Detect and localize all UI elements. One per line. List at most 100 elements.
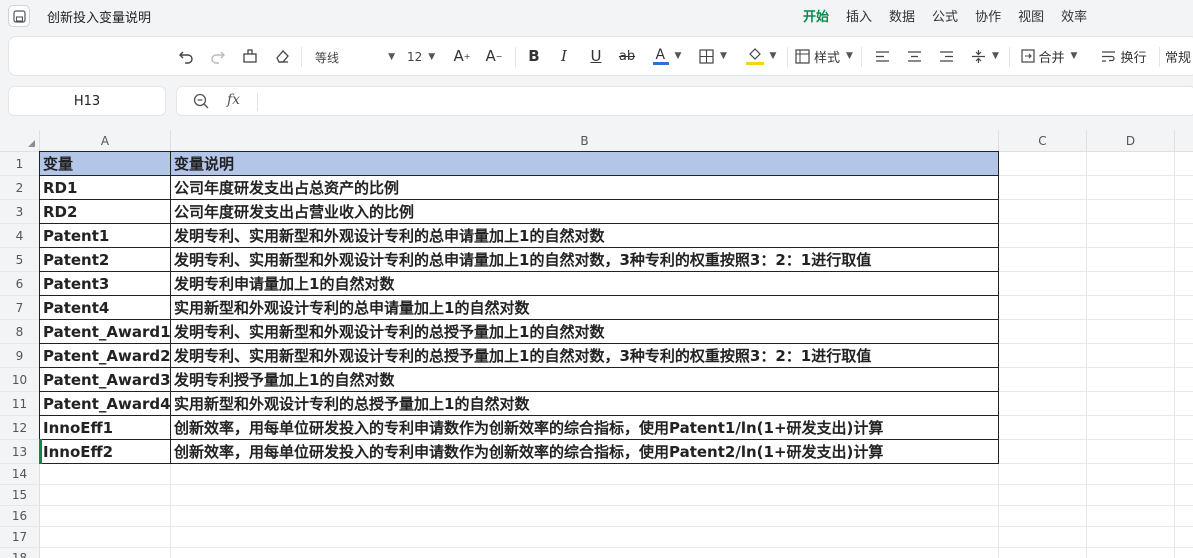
- fill-color-button[interactable]: ▼: [741, 37, 781, 75]
- select-all-corner[interactable]: [0, 130, 40, 152]
- cell-c4[interactable]: [999, 224, 1087, 248]
- cell-b9[interactable]: 发明专利、实用新型和外观设计专利的总授予量加上1的自然对数，3种专利的权重按照3…: [170, 343, 999, 368]
- cell-d9[interactable]: [1087, 344, 1175, 368]
- row-header-2[interactable]: 2: [0, 176, 40, 200]
- cell-a14[interactable]: [40, 464, 171, 485]
- cell-b3[interactable]: 公司年度研发支出占营业收入的比例: [170, 199, 999, 224]
- cell-a12[interactable]: InnoEff1: [39, 415, 171, 440]
- italic-icon[interactable]: I: [553, 37, 575, 75]
- strikethrough-icon[interactable]: ab: [615, 37, 639, 75]
- row-header-7[interactable]: 7: [0, 296, 40, 320]
- cell-a15[interactable]: [40, 485, 171, 506]
- cell-d17[interactable]: [1087, 527, 1175, 548]
- cell-c16[interactable]: [999, 506, 1087, 527]
- row-header-6[interactable]: 6: [0, 272, 40, 296]
- cell-c10[interactable]: [999, 368, 1087, 392]
- cell-a13[interactable]: InnoEff2: [39, 439, 171, 464]
- cell-a1[interactable]: 变量: [39, 151, 171, 176]
- cell-d12[interactable]: [1087, 416, 1175, 440]
- cell-a2[interactable]: RD1: [39, 175, 171, 200]
- cell-c17[interactable]: [999, 527, 1087, 548]
- increase-font-icon[interactable]: A +: [451, 37, 473, 75]
- cell-c14[interactable]: [999, 464, 1087, 485]
- tab-3[interactable]: 公式: [932, 6, 958, 25]
- cell-a6[interactable]: Patent3: [39, 271, 171, 296]
- cell-b12[interactable]: 创新效率，用每单位研发投入的专利申请数作为创新效率的综合指标，使用Patent1…: [170, 415, 999, 440]
- row-header-18[interactable]: 18: [0, 548, 40, 558]
- cell-c1[interactable]: [999, 152, 1087, 176]
- merge-button[interactable]: 合并 ▼: [1015, 37, 1083, 75]
- cell-a7[interactable]: Patent4: [39, 295, 171, 320]
- underline-icon[interactable]: U: [585, 37, 607, 75]
- cell-d3[interactable]: [1087, 200, 1175, 224]
- cell-d4[interactable]: [1087, 224, 1175, 248]
- cell-d13[interactable]: [1087, 440, 1175, 464]
- row-header-14[interactable]: 14: [0, 464, 40, 485]
- cell-c13[interactable]: [999, 440, 1087, 464]
- eraser-icon[interactable]: [271, 37, 293, 75]
- cell-b13[interactable]: 创新效率，用每单位研发投入的专利申请数作为创新效率的综合指标，使用Patent2…: [170, 439, 999, 464]
- cell-c6[interactable]: [999, 272, 1087, 296]
- wrap-text-button[interactable]: 换行: [1093, 37, 1155, 75]
- cell-b18[interactable]: [171, 548, 999, 558]
- row-header-16[interactable]: 16: [0, 506, 40, 527]
- cell-b8[interactable]: 发明专利、实用新型和外观设计专利的总授予量加上1的自然对数: [170, 319, 999, 344]
- align-center-icon[interactable]: [903, 37, 925, 75]
- cell-d2[interactable]: [1087, 176, 1175, 200]
- row-header-11[interactable]: 11: [0, 392, 40, 416]
- cell-a5[interactable]: Patent2: [39, 247, 171, 272]
- cell-d6[interactable]: [1087, 272, 1175, 296]
- cell-a3[interactable]: RD2: [39, 199, 171, 224]
- cell-c18[interactable]: [999, 548, 1087, 558]
- cell-a10[interactable]: Patent_Award3: [39, 367, 171, 392]
- cell-b10[interactable]: 发明专利授予量加上1的自然对数: [170, 367, 999, 392]
- cell-c3[interactable]: [999, 200, 1087, 224]
- font-name-select[interactable]: 等线 ▼: [315, 46, 395, 68]
- cell-d7[interactable]: [1087, 296, 1175, 320]
- cell-c2[interactable]: [999, 176, 1087, 200]
- save-icon[interactable]: [8, 5, 30, 27]
- vertical-align-button[interactable]: ▼: [967, 37, 1003, 75]
- tab-0[interactable]: 开始: [803, 6, 829, 25]
- row-header-9[interactable]: 9: [0, 344, 40, 368]
- row-header-12[interactable]: 12: [0, 416, 40, 440]
- sheet-grid[interactable]: A B C D 1 2 3 4 5 6 7 8 9 10 11 12 13 14 15 16 17 18 变量 变量说明 RD1…: [0, 130, 1193, 558]
- fx-icon[interactable]: fx: [227, 92, 240, 108]
- row-header-15[interactable]: 15: [0, 485, 40, 506]
- cell-d1[interactable]: [1087, 152, 1175, 176]
- decrease-font-icon[interactable]: A −: [483, 37, 505, 75]
- cell-c7[interactable]: [999, 296, 1087, 320]
- column-header-a[interactable]: A: [40, 130, 171, 152]
- cell-c15[interactable]: [999, 485, 1087, 506]
- cell-c12[interactable]: [999, 416, 1087, 440]
- name-box[interactable]: H13: [8, 86, 166, 116]
- font-color-button[interactable]: A ▼: [649, 37, 685, 75]
- cell-d8[interactable]: [1087, 320, 1175, 344]
- font-size-select[interactable]: 12 ▼: [407, 46, 441, 68]
- row-header-10[interactable]: 10: [0, 368, 40, 392]
- cell-a4[interactable]: Patent1: [39, 223, 171, 248]
- cell-b7[interactable]: 实用新型和外观设计专利的总申请量加上1的自然对数: [170, 295, 999, 320]
- row-header-4[interactable]: 4: [0, 224, 40, 248]
- tab-6[interactable]: 效率: [1061, 6, 1087, 25]
- cell-d11[interactable]: [1087, 392, 1175, 416]
- cell-c8[interactable]: [999, 320, 1087, 344]
- cell-c11[interactable]: [999, 392, 1087, 416]
- cell-d18[interactable]: [1087, 548, 1175, 558]
- cell-a17[interactable]: [40, 527, 171, 548]
- row-header-1[interactable]: 1: [0, 152, 40, 176]
- column-header-b[interactable]: B: [171, 130, 999, 152]
- number-format-select[interactable]: 常规: [1165, 37, 1193, 75]
- cell-style-button[interactable]: 样式 ▼: [793, 37, 855, 75]
- tab-2[interactable]: 数据: [889, 6, 915, 25]
- redo-icon[interactable]: [207, 37, 229, 75]
- cell-c9[interactable]: [999, 344, 1087, 368]
- undo-icon[interactable]: [175, 37, 197, 75]
- cell-b16[interactable]: [171, 506, 999, 527]
- format-painter-icon[interactable]: [239, 37, 261, 75]
- cell-d14[interactable]: [1087, 464, 1175, 485]
- column-header-d[interactable]: D: [1087, 130, 1175, 152]
- tab-1[interactable]: 插入: [846, 6, 872, 25]
- cell-b15[interactable]: [171, 485, 999, 506]
- cell-a18[interactable]: [40, 548, 171, 558]
